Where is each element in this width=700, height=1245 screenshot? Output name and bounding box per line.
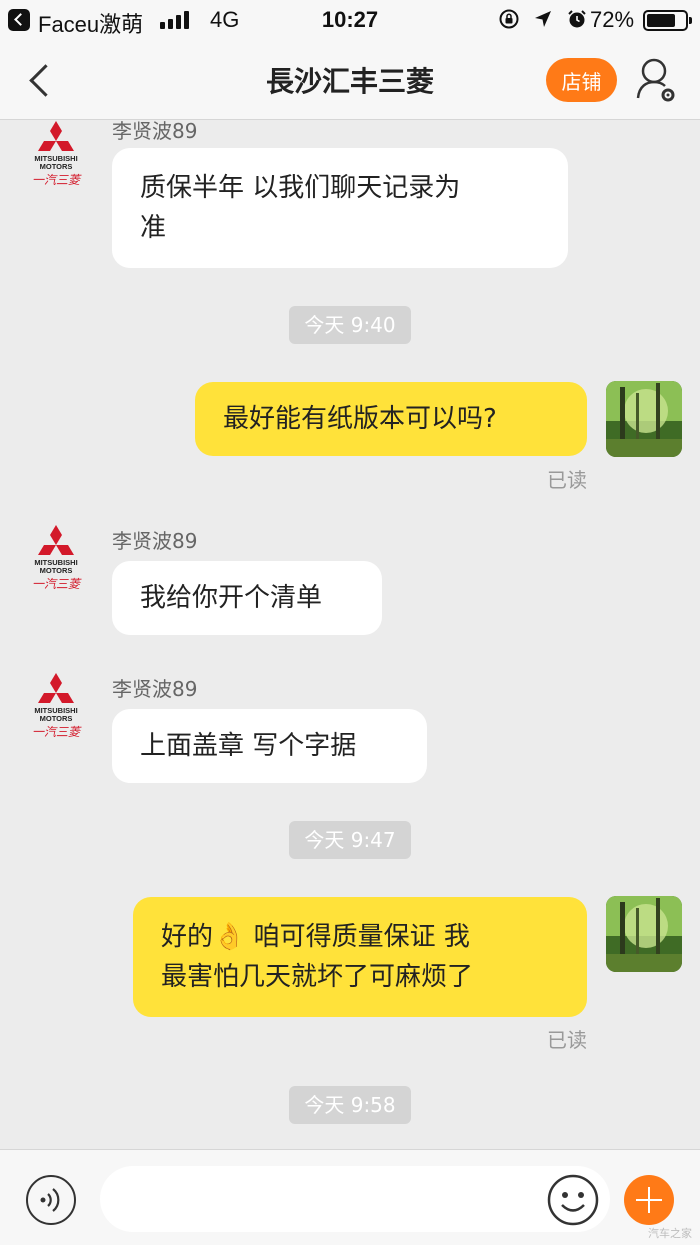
sender-name: 李贤波89 xyxy=(112,677,198,701)
battery-icon xyxy=(643,10,692,31)
mitsubishi-logo-icon: MITSUBISHI MOTORS 一汽三菱 xyxy=(32,673,82,739)
back-button[interactable] xyxy=(22,60,56,100)
user-avatar[interactable] xyxy=(606,896,682,972)
status-bar: Faceu激萌 4G 10:27 72% xyxy=(0,0,700,40)
message-line: 最好能有纸版本可以吗? xyxy=(223,404,497,434)
sender-name: 李贤波89 xyxy=(112,121,198,143)
time-separator: 今天 9:58 xyxy=(289,1086,411,1124)
watermark: 汽车之家 xyxy=(648,1227,692,1240)
message-bubble[interactable]: 质保半年 以我们聊天记录为 准 xyxy=(112,148,568,268)
message-line: 质保半年 以我们聊天记录为 xyxy=(140,173,461,203)
message-line: 上面盖章 写个字据 xyxy=(140,731,357,761)
message-bubble[interactable]: 我给你开个清单 xyxy=(112,561,382,635)
svg-text:一汽三菱: 一汽三菱 xyxy=(32,173,82,187)
emoji-icon xyxy=(547,1174,599,1226)
dealer-avatar[interactable]: MITSUBISHI MOTORS 一汽三菱 xyxy=(22,525,90,601)
dealer-avatar[interactable]: MITSUBISHI MOTORS 一汽三菱 xyxy=(22,673,90,749)
input-bar: 汽车之家 xyxy=(0,1149,700,1245)
message-line: 好的👌 咱可得质量保证 我 xyxy=(161,922,470,952)
message-incoming: MITSUBISHI MOTORS 一汽三菱 李贤波89 质保半年 以我们聊天记… xyxy=(0,121,700,271)
message-input[interactable] xyxy=(100,1166,610,1232)
svg-text:一汽三菱: 一汽三菱 xyxy=(32,577,82,591)
profile-button[interactable] xyxy=(635,56,679,104)
plus-button[interactable] xyxy=(624,1175,674,1225)
dealer-avatar[interactable]: MITSUBISHI MOTORS 一汽三菱 xyxy=(22,121,90,197)
voice-icon xyxy=(40,1188,60,1212)
user-settings-icon xyxy=(636,58,675,102)
message-bubble[interactable]: 上面盖章 写个字据 xyxy=(112,709,427,783)
read-status: 已读 xyxy=(547,1028,587,1052)
mitsubishi-logo-icon: MITSUBISHI MOTORS 一汽三菱 xyxy=(32,121,82,187)
user-avatar[interactable] xyxy=(606,381,682,457)
forest-avatar-image xyxy=(606,381,682,457)
message-line: 我给你开个清单 xyxy=(140,583,323,613)
time-separator: 今天 9:47 xyxy=(289,821,411,859)
emoji-button[interactable] xyxy=(547,1174,599,1226)
message-line: 准 xyxy=(140,213,167,243)
message-bubble-outgoing[interactable]: 最好能有纸版本可以吗? xyxy=(195,382,587,456)
battery-percentage: 72% xyxy=(590,7,635,32)
time-separator: 今天 9:40 xyxy=(289,306,411,344)
svg-text:MOTORS: MOTORS xyxy=(40,162,73,171)
voice-button[interactable] xyxy=(26,1175,76,1225)
nav-bar: 長沙汇丰三菱 店铺 xyxy=(0,40,700,120)
chat-messages[interactable]: MITSUBISHI MOTORS 一汽三菱 李贤波89 质保半年 以我们聊天记… xyxy=(0,121,700,1149)
forest-avatar-image xyxy=(606,896,682,972)
message-bubble-outgoing[interactable]: 好的👌 咱可得质量保证 我 最害怕几天就坏了可麻烦了 xyxy=(133,897,587,1017)
svg-text:一汽三菱: 一汽三菱 xyxy=(32,725,82,739)
store-button[interactable]: 店铺 xyxy=(546,58,617,102)
message-line: 最害怕几天就坏了可麻烦了 xyxy=(161,962,474,992)
location-icon xyxy=(535,11,551,27)
mitsubishi-logo-icon: MITSUBISHI MOTORS 一汽三菱 xyxy=(32,525,82,591)
svg-text:MOTORS: MOTORS xyxy=(40,714,73,723)
alarm-icon xyxy=(568,10,586,28)
status-icons xyxy=(498,8,588,30)
svg-text:MOTORS: MOTORS xyxy=(40,566,73,575)
sender-name: 李贤波89 xyxy=(112,529,198,553)
read-status: 已读 xyxy=(547,468,587,492)
lock-rotation-icon xyxy=(499,9,519,29)
